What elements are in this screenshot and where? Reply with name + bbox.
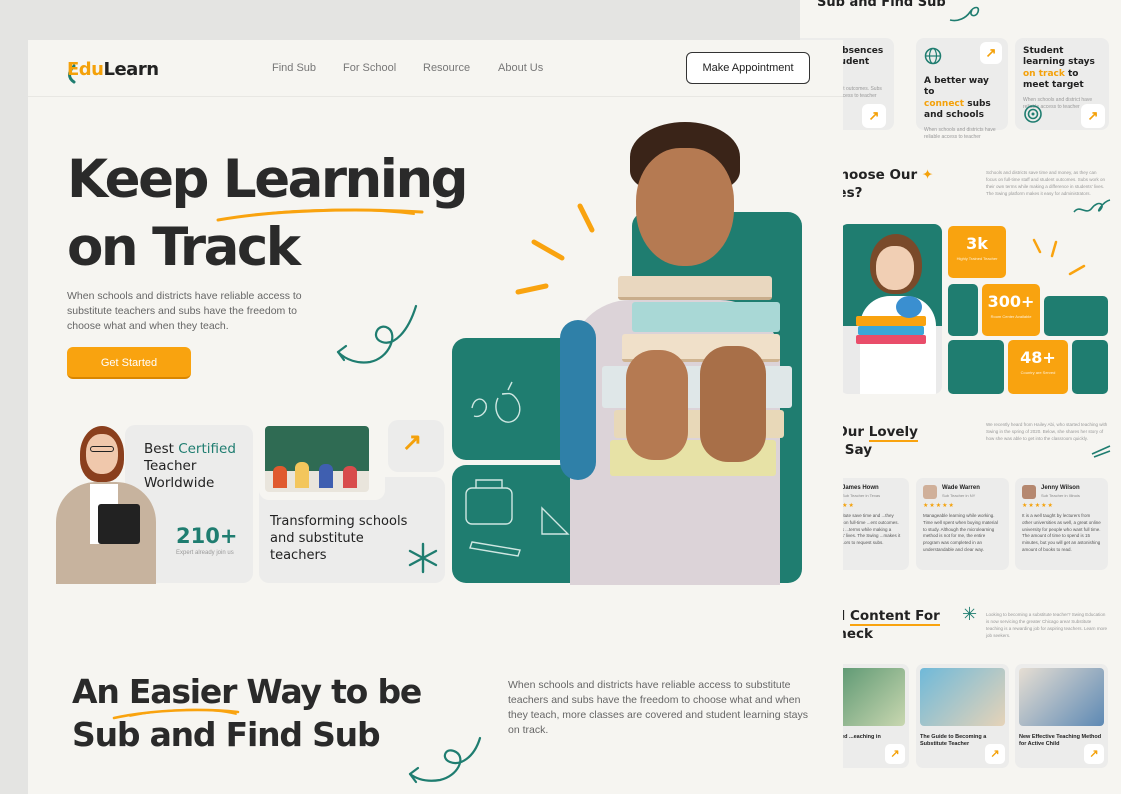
testimonials-description: We recently heard from Hailey Abi, who s… bbox=[986, 422, 1108, 441]
section2-description: When schools and districts have reliable… bbox=[508, 679, 808, 736]
background-page: Sub and Find Sub her absencespt studenti… bbox=[800, 0, 1121, 794]
rating-stars: ★★★★★ bbox=[1022, 503, 1054, 509]
student-boy bbox=[550, 120, 792, 585]
stat-number: 3k bbox=[966, 234, 988, 253]
nav-resource[interactable]: Resource bbox=[423, 62, 470, 74]
stat-countries: 48+ Country are Served bbox=[1008, 340, 1068, 394]
feature-card-3: Student learning stays on track to meet … bbox=[1015, 38, 1109, 130]
transform-line3: teachers bbox=[270, 548, 327, 563]
arrow-card[interactable]: ↗ bbox=[388, 420, 444, 472]
stat-number: 300+ bbox=[987, 292, 1035, 311]
nav-find-sub[interactable]: Find Sub bbox=[272, 62, 316, 74]
top-nav: EduLearn Find Sub For School Resource Ab… bbox=[28, 40, 843, 97]
stat-label: Country are Served bbox=[1020, 370, 1056, 375]
review-text: It is a well taught by lecturers from ot… bbox=[1022, 513, 1101, 552]
squiggle-decoration bbox=[1091, 445, 1111, 458]
feature-title: Student learning stays bbox=[1023, 46, 1095, 68]
feature-card-2: ↗ A better way to connect subs and school… bbox=[916, 38, 1008, 140]
burst-lines-icon bbox=[1032, 238, 1086, 276]
review-text: Manageable learning while working. Time … bbox=[923, 513, 998, 552]
squiggle-decoration bbox=[408, 736, 482, 784]
rating-stars: ★★★★★ bbox=[923, 503, 955, 509]
squiggle-decoration bbox=[336, 304, 418, 364]
worldwide-label: Worldwide bbox=[144, 475, 215, 491]
arrow-up-right-icon: ↗ bbox=[402, 429, 423, 456]
transforming-text: Transforming schools and substitute teac… bbox=[270, 513, 407, 564]
logo[interactable]: EduLearn bbox=[67, 59, 159, 80]
squiggle-decoration bbox=[949, 6, 980, 22]
student-girl-image bbox=[840, 224, 942, 394]
arrow-up-right-icon[interactable]: ↗ bbox=[980, 42, 1002, 64]
feature-title: A better way to bbox=[924, 76, 989, 98]
stat-teachers: 3k Highly Trained Teacher bbox=[948, 226, 1006, 278]
make-appointment-button[interactable]: Make Appointment bbox=[686, 52, 810, 84]
certified-teacher-text: Best Certified Teacher Worldwide bbox=[144, 441, 236, 492]
get-started-button[interactable]: Get Started bbox=[67, 347, 191, 379]
testimonial-card: Jenny Wilson Sub Teacher in Illinois ★★★… bbox=[1015, 478, 1108, 570]
nav-for-school[interactable]: For School bbox=[343, 62, 396, 74]
sparkle-icon: ✳ bbox=[962, 604, 978, 624]
feature-highlight: on track bbox=[1023, 68, 1065, 79]
logo-learn: Learn bbox=[103, 59, 160, 80]
certified-label: Certified bbox=[178, 441, 236, 457]
squiggle-decoration bbox=[1073, 199, 1111, 213]
stat-label: Room Center Available bbox=[990, 314, 1032, 319]
arrow-up-right-icon[interactable]: ↗ bbox=[1081, 104, 1105, 128]
arrow-up-right-icon[interactable]: ↗ bbox=[985, 744, 1005, 764]
hero-image bbox=[452, 120, 832, 585]
stat-number: 48+ bbox=[1020, 348, 1056, 367]
blog-card[interactable]: The Guide to Becoming a Substitute Teach… bbox=[916, 664, 1009, 768]
logo-edu: Edu bbox=[67, 59, 104, 80]
hero-title-line2: on Track bbox=[67, 217, 301, 278]
classroom-photo-card bbox=[259, 420, 385, 500]
asterisk-icon bbox=[408, 542, 438, 574]
globe-icon bbox=[924, 47, 942, 65]
why-description: Schools and districts save time and mone… bbox=[986, 170, 1105, 196]
teal-block bbox=[1044, 296, 1108, 336]
arrow-up-right-icon[interactable]: ↗ bbox=[862, 104, 886, 128]
arrow-up-right-icon[interactable]: ↗ bbox=[885, 744, 905, 764]
teacher-label: Teacher bbox=[144, 458, 197, 474]
expert-count-label: Expert already join us bbox=[176, 550, 234, 556]
avatar bbox=[1022, 485, 1036, 499]
feature-desc: When schools and districts have reliable… bbox=[924, 127, 996, 140]
testimonial-card: Wade Warren Sub Teacher in NY ★★★★★ Mana… bbox=[916, 478, 1009, 570]
stat-label: Highly Trained Teacher bbox=[956, 256, 998, 261]
transform-line1: Transforming schools bbox=[270, 514, 408, 529]
target-icon bbox=[1024, 105, 1042, 123]
avatar bbox=[923, 485, 937, 499]
feature-highlight: connect bbox=[924, 98, 965, 109]
blog-card[interactable]: New Effective Teaching Method for Active… bbox=[1015, 664, 1108, 768]
back-top-title: Sub and Find Sub bbox=[817, 0, 946, 10]
content-title-highlight: Content For bbox=[849, 608, 940, 626]
arrow-up-right-icon[interactable]: ↗ bbox=[1084, 744, 1104, 764]
say-title-highlight: Lovely bbox=[868, 424, 918, 442]
hero-description: When schools and districts have reliable… bbox=[67, 290, 302, 332]
stat-rooms: 300+ Room Center Available bbox=[982, 284, 1040, 336]
nav-about-us[interactable]: About Us bbox=[498, 62, 543, 74]
transform-line2: and substitute bbox=[270, 531, 364, 546]
expert-count: 210+ bbox=[176, 524, 238, 548]
underline-scribble bbox=[112, 708, 240, 720]
blog-image bbox=[1019, 668, 1104, 726]
teal-block bbox=[948, 284, 978, 336]
classroom-photo bbox=[265, 426, 369, 492]
best-label: Best bbox=[144, 441, 174, 457]
main-page: EduLearn Find Sub For School Resource Ab… bbox=[28, 40, 843, 794]
underline-scribble bbox=[216, 208, 424, 222]
blog-image bbox=[920, 668, 1005, 726]
star-sparkle-icon: ✦ bbox=[921, 167, 934, 183]
content-description: Looking to becoming a substitute teacher… bbox=[986, 612, 1108, 638]
teal-block bbox=[948, 340, 1004, 394]
teal-block bbox=[1072, 340, 1108, 394]
